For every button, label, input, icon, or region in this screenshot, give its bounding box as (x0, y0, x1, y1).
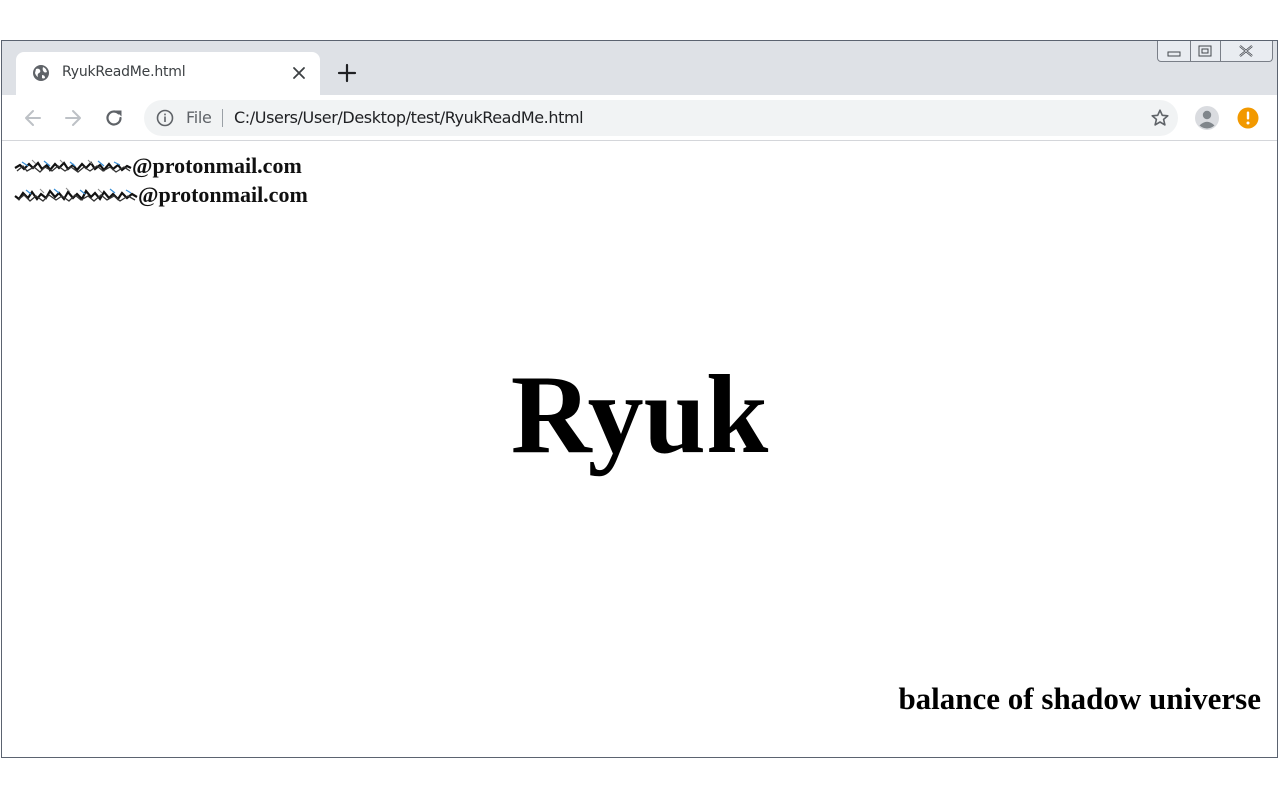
email-domain: @protonmail.com (132, 153, 302, 178)
close-button[interactable] (1220, 41, 1272, 61)
tab-close-icon[interactable] (290, 64, 308, 82)
address-separator (222, 109, 223, 127)
minimize-button[interactable] (1158, 41, 1191, 61)
main-heading: Ryuk (510, 353, 769, 477)
bookmark-star-icon[interactable] (1150, 108, 1170, 128)
page-content: @protonmail.com @protonmail.com Ryuk bal… (2, 141, 1277, 757)
minimize-icon (1167, 51, 1181, 57)
scheme-label: File (186, 108, 212, 127)
close-icon (1239, 45, 1253, 57)
info-icon[interactable] (156, 109, 174, 127)
address-bar[interactable]: File C:/Users/User/Desktop/test/RyukRead… (144, 100, 1178, 136)
title-bar: RyukReadMe.html (2, 41, 1277, 95)
window-controls (1157, 41, 1273, 62)
redacted-scribble (14, 187, 138, 202)
redacted-scribble (14, 159, 132, 173)
profile-avatar-icon[interactable] (1194, 105, 1220, 131)
email-domain: @protonmail.com (138, 182, 308, 207)
contact-email-1: @protonmail.com (14, 153, 302, 179)
forward-arrow-icon[interactable] (62, 107, 84, 129)
globe-icon (33, 65, 49, 81)
browser-window: RyukReadMe.html File C:/Users/User/Deskt… (1, 40, 1278, 758)
maximize-button[interactable] (1190, 41, 1221, 61)
maximize-icon (1198, 45, 1212, 57)
browser-toolbar: File C:/Users/User/Desktop/test/RyukRead… (2, 95, 1277, 141)
url-text[interactable]: C:/Users/User/Desktop/test/RyukReadMe.ht… (234, 108, 584, 127)
back-arrow-icon[interactable] (22, 107, 44, 129)
reload-icon[interactable] (103, 107, 125, 129)
tab-title: RyukReadMe.html (62, 64, 186, 80)
alert-badge-icon[interactable] (1236, 106, 1260, 130)
contact-email-2: @protonmail.com (14, 182, 308, 208)
new-tab-plus-icon[interactable] (336, 62, 358, 84)
slogan-text: balance of shadow universe (898, 681, 1261, 716)
browser-tab[interactable]: RyukReadMe.html (16, 52, 320, 95)
